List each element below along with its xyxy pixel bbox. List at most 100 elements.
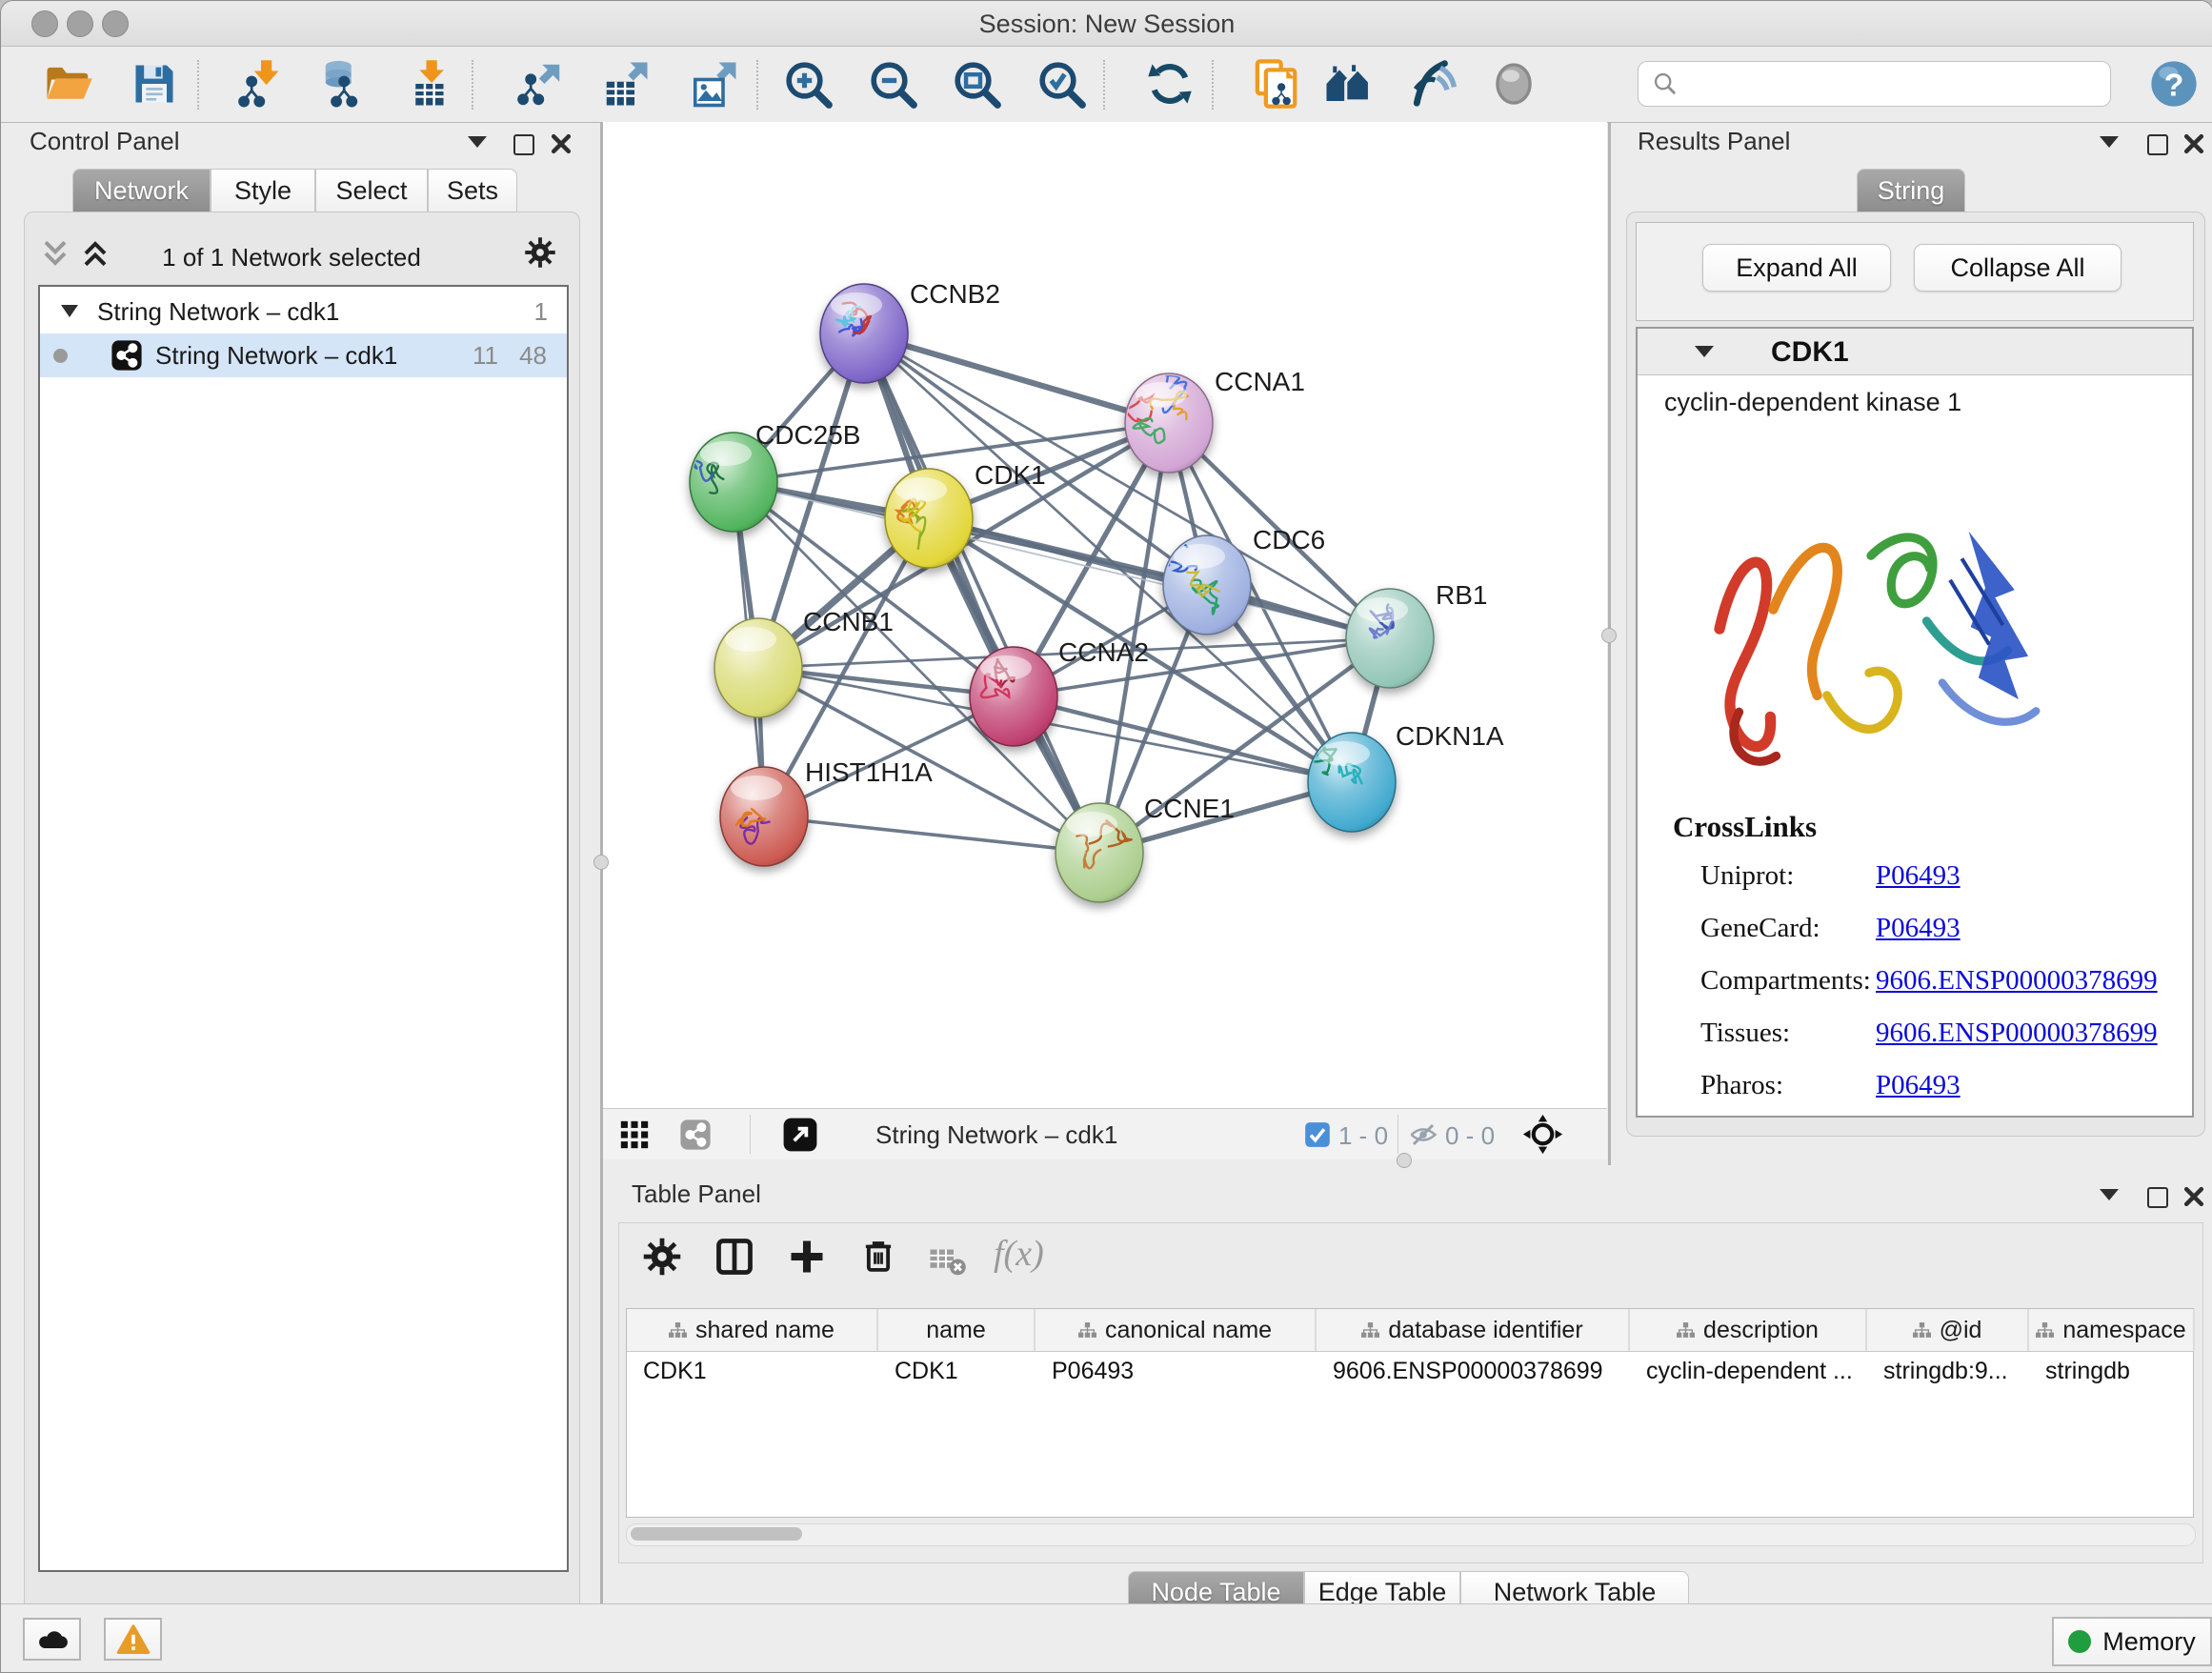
column-header[interactable]: @id xyxy=(1867,1309,2029,1351)
cloud-status-button[interactable] xyxy=(23,1618,81,1661)
zoom-fit-button[interactable] xyxy=(949,56,1004,111)
network-node-HIST1H1A[interactable] xyxy=(720,767,808,866)
share-network-icon[interactable] xyxy=(679,1119,712,1151)
column-header[interactable]: name xyxy=(878,1309,1036,1351)
warnings-button[interactable] xyxy=(104,1618,162,1661)
export-image-button[interactable] xyxy=(687,56,742,111)
import-network-from-database-button[interactable] xyxy=(317,56,372,111)
column-header[interactable]: namespace xyxy=(2029,1309,2195,1351)
network-canvas[interactable]: CCNB2CCNA1CDC25BCDK1CDC6RB1CCNB1CCNA2CDK… xyxy=(603,122,1607,1108)
table-panel-float-icon[interactable] xyxy=(2147,1187,2168,1208)
zoom-selected-button[interactable] xyxy=(1034,56,1089,111)
network-node-RB1[interactable] xyxy=(1346,589,1434,688)
network-collection-row[interactable]: String Network – cdk1 1 xyxy=(40,290,567,333)
crosslink-value[interactable]: P06493 xyxy=(1876,1070,1961,1101)
network-node-CCNA1[interactable] xyxy=(1125,370,1213,473)
crosslink-value[interactable]: 9606.ENSP00000378699 xyxy=(1876,965,2158,997)
tab-network[interactable]: Network xyxy=(72,169,211,212)
collapse-all-button[interactable]: Collapse All xyxy=(1914,244,2122,292)
protein-section-header[interactable]: CDK1 xyxy=(1638,329,2192,375)
open-in-window-icon[interactable] xyxy=(782,1117,818,1153)
column-header[interactable]: canonical name xyxy=(1036,1309,1317,1351)
show-columns-icon[interactable] xyxy=(714,1236,755,1278)
pan-crosshair-icon[interactable] xyxy=(1521,1113,1564,1156)
protein-name: CDK1 xyxy=(1771,336,1849,369)
open-session-button[interactable] xyxy=(41,56,96,111)
table-options-gear-icon[interactable] xyxy=(641,1236,683,1278)
table-horizontal-scrollbar[interactable] xyxy=(626,1523,2196,1546)
network-row-selected[interactable]: String Network – cdk1 11 48 xyxy=(40,333,567,377)
search-input[interactable] xyxy=(1679,70,2110,99)
help-button[interactable]: ? xyxy=(2146,56,2202,111)
left-splitter-handle[interactable] xyxy=(593,855,609,870)
results-panel-close-icon[interactable] xyxy=(2182,132,2205,155)
column-header[interactable]: shared name xyxy=(627,1309,878,1351)
search-field[interactable] xyxy=(1638,61,2111,107)
table-cell[interactable]: cyclin-dependent ... xyxy=(1630,1352,1867,1390)
string-home-button[interactable] xyxy=(1320,56,1376,111)
horizontal-splitter-handle[interactable] xyxy=(1397,1153,1412,1168)
save-session-button[interactable] xyxy=(127,56,182,111)
selected-checkbox-icon[interactable] xyxy=(1304,1121,1331,1148)
control-panel-float-icon[interactable] xyxy=(513,134,534,155)
crosslink-value[interactable]: P06493 xyxy=(1876,913,1961,944)
delete-column-icon[interactable] xyxy=(858,1236,898,1276)
table-cell[interactable]: 9606.ENSP00000378699 xyxy=(1317,1352,1630,1390)
table-cell[interactable]: P06493 xyxy=(1036,1352,1317,1390)
network-node-CCNA2[interactable] xyxy=(970,647,1057,746)
network-view-toolbar: String Network – cdk1 1 - 0 0 - 0 xyxy=(603,1108,1607,1159)
network-node-CCNE1[interactable] xyxy=(1056,803,1143,902)
show-all-button[interactable] xyxy=(1486,56,1541,111)
refresh-button[interactable] xyxy=(1142,56,1197,111)
network-node-CCNB2[interactable] xyxy=(820,284,908,383)
tab-style[interactable]: Style xyxy=(211,169,315,212)
export-network-button[interactable] xyxy=(513,56,568,111)
memory-button[interactable]: Memory xyxy=(2052,1617,2212,1666)
table-panel-close-icon[interactable] xyxy=(2182,1185,2205,1208)
right-panel-divider[interactable] xyxy=(1608,122,1611,1165)
protein-collapse-icon[interactable] xyxy=(1695,346,1714,357)
network-edge[interactable] xyxy=(864,333,1169,423)
scrollbar-thumb[interactable] xyxy=(631,1527,802,1541)
results-panel-collapse-icon[interactable] xyxy=(2100,136,2119,148)
crosslink-value[interactable]: P06493 xyxy=(1876,860,1961,892)
network-node-CDK1[interactable] xyxy=(885,469,973,568)
tab-sets[interactable]: Sets xyxy=(428,169,517,212)
network-options-gear-icon[interactable] xyxy=(523,235,557,270)
network-edge[interactable] xyxy=(764,816,1099,853)
table-cell[interactable]: CDK1 xyxy=(627,1352,878,1390)
zoom-out-button[interactable] xyxy=(865,56,920,111)
zoom-in-button[interactable] xyxy=(780,56,835,111)
hide-selected-button[interactable] xyxy=(1404,56,1459,111)
table-cell[interactable]: CDK1 xyxy=(878,1352,1036,1390)
duplicate-network-button[interactable] xyxy=(1248,56,1303,111)
right-splitter-handle[interactable] xyxy=(1601,628,1617,643)
table-cell[interactable]: stringdb xyxy=(2029,1352,2195,1390)
crosslink-row: Tissues:9606.ENSP00000378699 xyxy=(1638,1018,2192,1070)
column-header[interactable]: database identifier xyxy=(1317,1309,1630,1351)
collection-expand-icon[interactable] xyxy=(61,305,78,317)
table-cell[interactable]: stringdb:9... xyxy=(1867,1352,2029,1390)
control-panel-close-icon[interactable] xyxy=(550,132,573,155)
table-panel-collapse-icon[interactable] xyxy=(2100,1189,2119,1200)
network-node-CDKN1A[interactable] xyxy=(1308,733,1396,832)
network-tree: String Network – cdk1 1 String Network –… xyxy=(38,285,569,1572)
grid-view-icon[interactable] xyxy=(618,1119,651,1151)
tab-select[interactable]: Select xyxy=(315,169,428,212)
crosslink-value[interactable]: 9606.ENSP00000378699 xyxy=(1876,1018,2158,1049)
expand-all-networks-icon[interactable] xyxy=(81,239,110,268)
import-table-from-file-button[interactable] xyxy=(403,56,458,111)
import-network-from-file-button[interactable] xyxy=(233,56,289,111)
export-table-button[interactable] xyxy=(598,56,654,111)
control-panel-collapse-icon[interactable] xyxy=(468,136,487,148)
collapse-all-networks-icon[interactable] xyxy=(41,239,70,268)
network-node-CCNB1[interactable] xyxy=(714,618,802,717)
expand-all-button[interactable]: Expand All xyxy=(1702,244,1891,292)
tab-string[interactable]: String xyxy=(1857,169,1965,212)
add-column-icon[interactable] xyxy=(786,1236,828,1278)
results-panel-float-icon[interactable] xyxy=(2147,134,2168,155)
crosslink-row: Compartments:9606.ENSP00000378699 xyxy=(1638,965,2192,1018)
import-network-icon xyxy=(235,58,287,110)
column-header[interactable]: description xyxy=(1630,1309,1867,1351)
duplicate-pages-icon xyxy=(1250,58,1301,110)
